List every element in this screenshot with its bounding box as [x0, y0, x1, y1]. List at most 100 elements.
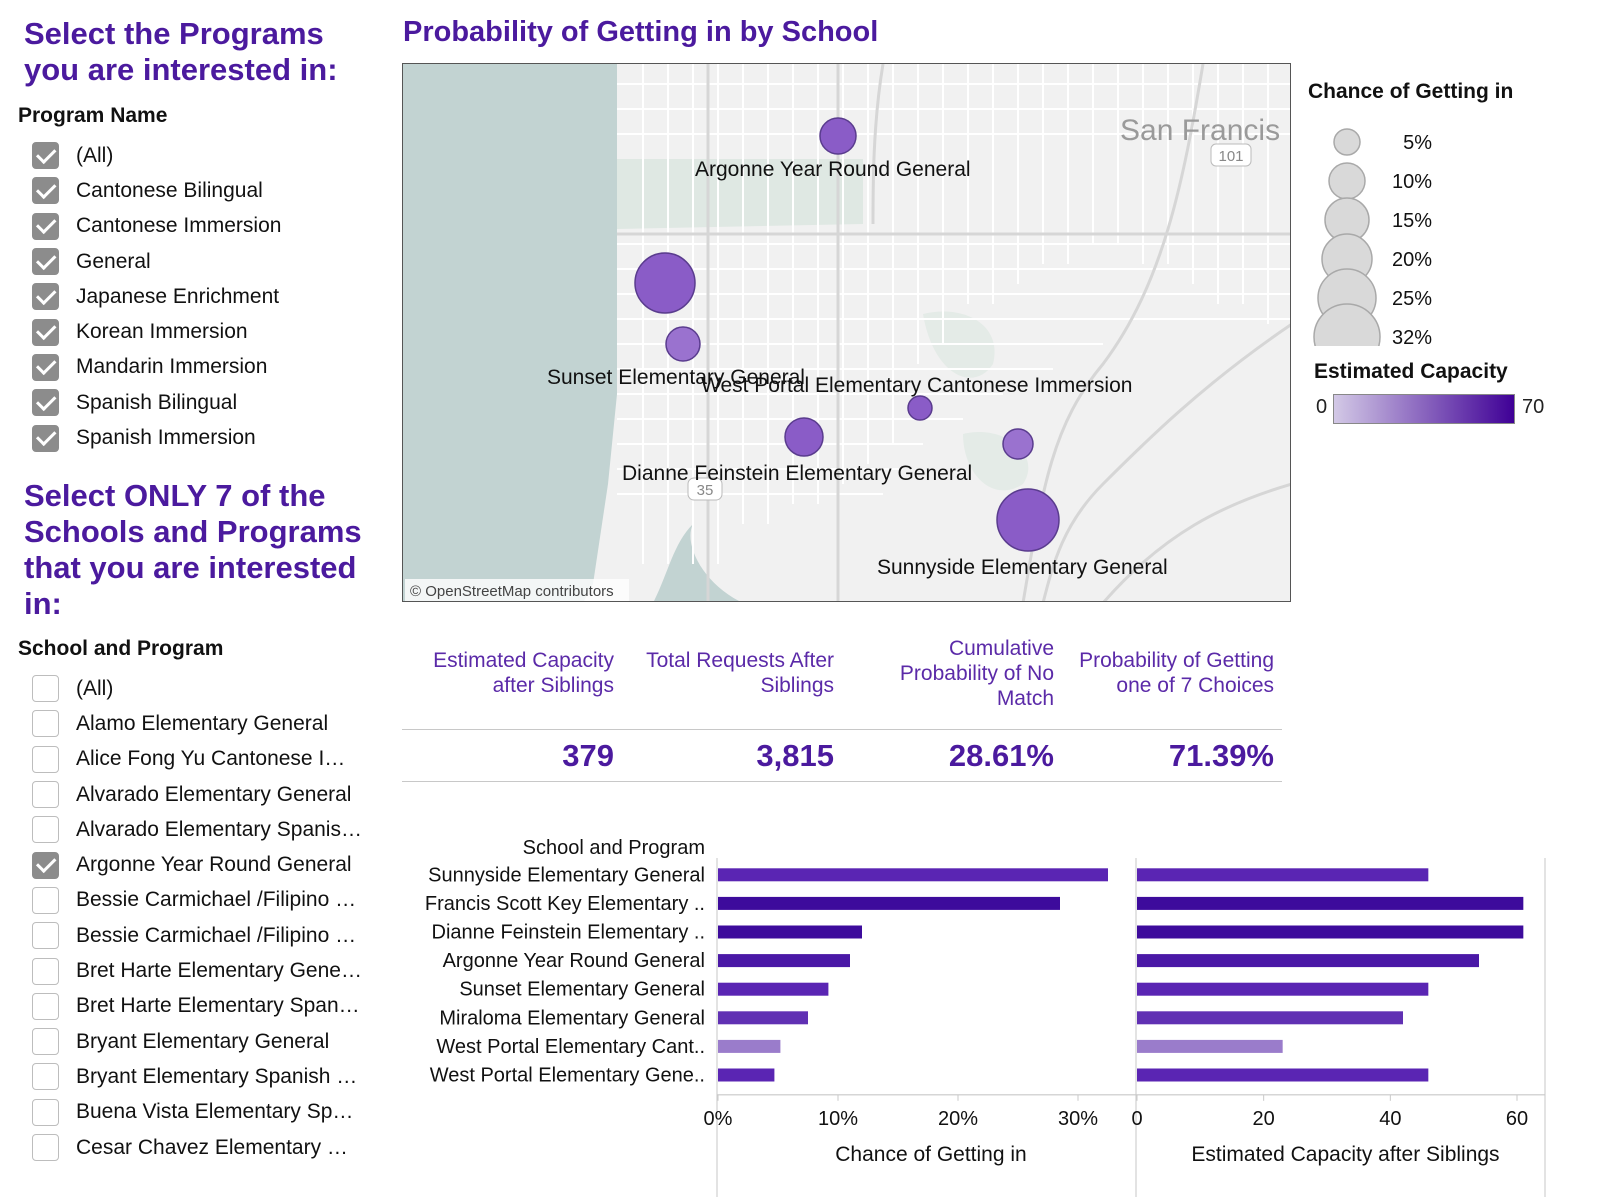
bar-chance	[718, 868, 1108, 882]
school-filter-label: Bret Harte Elementary Span…	[76, 994, 360, 1018]
tick-label: 0%	[704, 1108, 733, 1130]
bar-capacity	[1137, 925, 1524, 939]
school-filter-item[interactable]: Bryant Elementary General	[32, 1024, 382, 1059]
category-label: Argonne Year Round General	[443, 950, 705, 972]
school-filter-checkbox[interactable]	[32, 957, 59, 985]
school-filter-item[interactable]: Alamo Elementary General	[32, 706, 382, 741]
program-filter-label: Spanish Immersion	[76, 426, 256, 450]
program-filter-label: General	[76, 249, 151, 273]
program-filter-label: Japanese Enrichment	[76, 284, 280, 308]
program-filter-item[interactable]: General	[32, 244, 382, 279]
program-filter-label: Korean Immersion	[76, 320, 248, 344]
program-filter-item[interactable]: Cantonese Bilingual	[32, 173, 382, 208]
program-filter-checkbox[interactable]	[32, 248, 59, 276]
program-name-label: Program Name	[18, 104, 168, 127]
kpi-divider-top	[402, 729, 1282, 730]
kpi-probability-value: 71.39%	[1168, 738, 1274, 773]
size-legend-circle	[1328, 162, 1366, 200]
school-filter-item[interactable]: Argonne Year Round General	[32, 847, 382, 882]
category-label: Francis Scott Key Elementary ..	[425, 893, 705, 915]
marker-sunnyside[interactable]	[996, 488, 1060, 552]
program-filter-item[interactable]: Spanish Bilingual	[32, 385, 382, 420]
program-filter-checkbox[interactable]	[32, 283, 59, 311]
school-filter-item[interactable]: Bessie Carmichael /Filipino …	[32, 918, 382, 953]
map-view[interactable]: San Francis 101 35 Argonne Year Round Ge…	[402, 63, 1291, 602]
program-filter-checkbox[interactable]	[32, 424, 59, 452]
program-filter-checkbox[interactable]	[32, 177, 59, 205]
kpi-nomatch-header: Cumulative Probability of No Match	[899, 637, 1054, 710]
size-legend-title: Chance of Getting in	[1308, 80, 1514, 103]
school-filter-checkbox[interactable]	[32, 781, 59, 809]
program-filter-item[interactable]: (All)	[32, 138, 382, 173]
marker-francis-scott-key[interactable]	[634, 252, 696, 314]
school-filter-list: (All) Alamo Elementary General Alice Fong …	[32, 671, 382, 1165]
marker-argonne[interactable]	[819, 117, 857, 155]
label-feinstein: Dianne Feinstein Elementary General	[622, 462, 972, 485]
school-filter-checkbox[interactable]	[32, 745, 59, 773]
bar-capacity	[1137, 868, 1429, 882]
bar-chart: School and Program Sunnyside Elementary G…	[425, 837, 1546, 1197]
program-filter-checkbox[interactable]	[32, 212, 59, 240]
school-filter-checkbox[interactable]	[32, 816, 59, 844]
program-filter-label: Spanish Bilingual	[76, 390, 238, 414]
program-filter-item[interactable]: Spanish Immersion	[32, 420, 382, 455]
bar-chance	[718, 925, 862, 939]
tick-label: 10%	[818, 1108, 858, 1130]
label-west-portal: West Portal Elementary Cantonese Immersi…	[701, 374, 1132, 397]
school-filter-item[interactable]: Alice Fong Yu Cantonese I…	[32, 742, 382, 777]
marker-miraloma[interactable]	[1002, 428, 1034, 460]
kpi-divider-bottom	[402, 781, 1282, 782]
program-filter-label: Mandarin Immersion	[76, 355, 268, 379]
school-filter-item[interactable]: (All)	[32, 671, 382, 706]
school-filter-checkbox[interactable]	[32, 1134, 59, 1161]
bar-capacity	[1137, 1068, 1429, 1082]
school-filter-label: Argonne Year Round General	[76, 853, 352, 877]
marker-sunset[interactable]	[665, 326, 701, 362]
program-filter-item[interactable]: Mandarin Immersion	[32, 350, 382, 385]
row-header: School and Program	[523, 837, 705, 859]
tick-label: 60	[1506, 1108, 1528, 1130]
program-filter-checkbox[interactable]	[32, 318, 59, 346]
bar-chart-panel: School and Program Sunnyside Elementary G…	[400, 830, 1599, 1197]
size-legend-label: 10%	[1392, 171, 1432, 193]
school-filter-item[interactable]: Bessie Carmichael /Filipino …	[32, 883, 382, 918]
school-filter-item[interactable]: Bryant Elementary Spanish …	[32, 1059, 382, 1094]
category-label: Dianne Feinstein Elementary ..	[432, 922, 705, 944]
school-filter-checkbox[interactable]	[32, 710, 59, 738]
school-filter-item[interactable]: Cesar Chavez Elementary …	[32, 1130, 382, 1165]
program-filter-checkbox[interactable]	[32, 353, 59, 381]
school-filter-checkbox[interactable]	[32, 675, 59, 703]
school-filter-item[interactable]: Bret Harte Elementary Span…	[32, 989, 382, 1024]
school-filter-item[interactable]: Alvarado Elementary Spanis…	[32, 812, 382, 847]
program-filter-checkbox[interactable]	[32, 389, 59, 417]
program-filter-item[interactable]: Japanese Enrichment	[32, 279, 382, 314]
school-filter-checkbox[interactable]	[32, 992, 59, 1020]
school-filter-item[interactable]: Bret Harte Elementary Gene…	[32, 953, 382, 988]
marker-west-portal-cantonese[interactable]	[907, 395, 933, 421]
color-legend-min: 0	[1316, 396, 1328, 418]
school-filter-checkbox[interactable]	[32, 922, 59, 950]
school-filter-checkbox[interactable]	[32, 1063, 59, 1091]
kpi-capacity-value: 379	[562, 738, 614, 773]
color-legend-gradient	[1333, 394, 1515, 424]
bar-capacity	[1137, 1039, 1283, 1053]
axis-title: Chance of Getting in	[835, 1143, 1026, 1166]
tick-label: 20	[1253, 1108, 1275, 1130]
school-filter-checkbox[interactable]	[32, 1098, 59, 1126]
program-filter-checkbox[interactable]	[32, 142, 59, 170]
school-filter-checkbox[interactable]	[32, 851, 59, 879]
school-filter-checkbox[interactable]	[32, 886, 59, 914]
category-label: West Portal Elementary Cant..	[436, 1036, 705, 1058]
program-filter-item[interactable]: Cantonese Immersion	[32, 209, 382, 244]
label-argonne: Argonne Year Round General	[695, 158, 971, 181]
marker-dianne-feinstein[interactable]	[784, 417, 824, 457]
bar-chance	[718, 1039, 781, 1053]
school-filter-label: (All)	[76, 676, 114, 700]
size-legend: 5% 10% 15% 20% 25% 32%	[1313, 128, 1432, 346]
school-filter-item[interactable]: Alvarado Elementary General	[32, 777, 382, 812]
school-filter-checkbox[interactable]	[32, 1028, 59, 1056]
program-filter-item[interactable]: Korean Immersion	[32, 314, 382, 349]
map-canvas[interactable]: San Francis 101 35 Argonne Year Round Ge…	[403, 64, 1291, 602]
school-filter-item[interactable]: Buena Vista Elementary Sp…	[32, 1095, 382, 1130]
map-attribution: © OpenStreetMap contributors	[410, 583, 614, 600]
